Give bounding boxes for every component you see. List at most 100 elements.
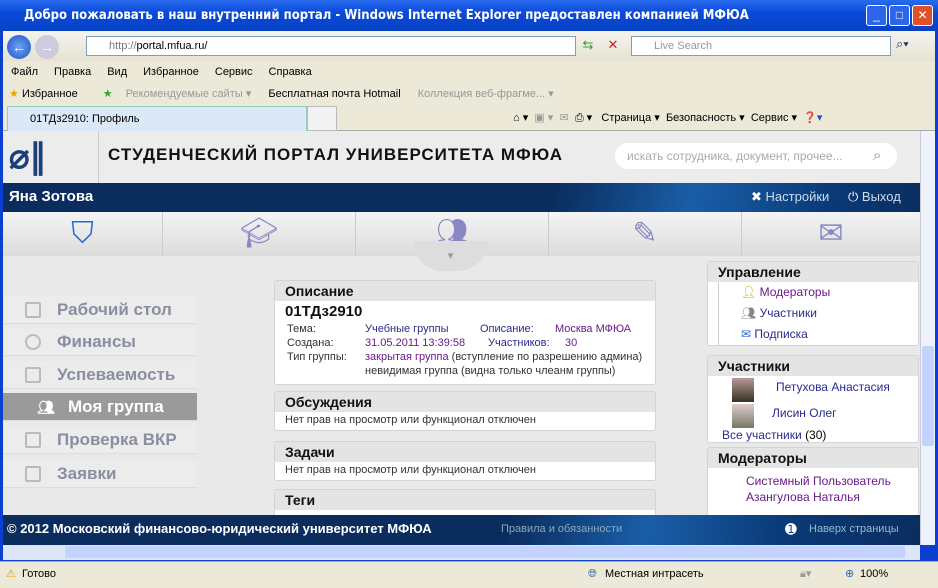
panel-title: Обсуждения <box>275 392 655 412</box>
tools-menu[interactable]: Сервис ▾ <box>751 112 797 124</box>
close-button[interactable]: ✕ <box>912 5 933 26</box>
back-to-top-link[interactable]: Наверх страницы <box>809 515 899 543</box>
maximize-button[interactable]: □ <box>889 5 910 26</box>
group-name: 01ТДз2910 <box>285 303 363 320</box>
graduation-cap-icon[interactable]: 🎓︎ <box>163 212 356 256</box>
refresh-icon[interactable]: ⇆ <box>578 37 598 55</box>
zoom-level[interactable]: 100% <box>860 562 888 586</box>
created-label: Создана: <box>287 337 334 349</box>
vertical-scrollbar[interactable] <box>920 131 935 545</box>
rules-link[interactable]: Правила и обязанности <box>501 515 622 543</box>
up-icon[interactable]: ➊ <box>785 515 797 543</box>
fav-link-hotmail[interactable]: Бесплатная почта Hotmail <box>268 88 400 100</box>
subscription-link[interactable]: ✉ Подписка <box>741 324 918 345</box>
power-icon: ⏻ <box>848 189 859 204</box>
type-visibility: невидимая группа (видна только члеанм гр… <box>365 365 616 377</box>
stop-icon[interactable]: ✕ <box>603 37 623 55</box>
menu-view[interactable]: Вид <box>107 66 127 78</box>
menu-label: Рабочий стол <box>57 300 172 319</box>
university-logo[interactable]: ⌀∥ <box>9 135 89 179</box>
live-search-input[interactable]: Live Search <box>631 36 891 56</box>
menu-thesis-check[interactable]: Проверка ВКР <box>3 426 197 454</box>
help-icon[interactable]: ❓▾ <box>803 112 822 124</box>
menu-my-group[interactable]: 👥︎ Моя группа <box>3 393 197 421</box>
status-bar: ⚠ Готово 🌐︎ Местная интрасеть 🔒︎▾ ⊕ 100% <box>0 561 938 588</box>
moderators-panel: Модераторы Системный Пользователь Азангу… <box>707 447 919 517</box>
menu-edit[interactable]: Правка <box>54 66 91 78</box>
fav-link-recommended[interactable]: Рекомендуемые сайты ▾ <box>126 88 252 100</box>
members-count: (30) <box>805 428 827 442</box>
moderators-link[interactable]: 👤︎ Модераторы <box>741 282 918 303</box>
panel-title: Участники <box>708 356 918 376</box>
portal-search-input[interactable]: искать сотрудника, документ, прочее... <box>615 143 897 169</box>
description-panel: Описание 01ТДз2910 Тема: Учебные группы … <box>274 280 656 385</box>
panel-title: Модераторы <box>708 448 918 468</box>
scroll-thumb[interactable] <box>922 346 934 446</box>
url-host: portal.mfua.ru/ <box>136 40 208 52</box>
portal-title: СТУДЕНЧЕСКИЙ ПОРТАЛ УНИВЕРСИТЕТА МФЮА <box>108 145 563 164</box>
menu-desktop[interactable]: Рабочий стол <box>3 296 197 324</box>
menu-label: Моя группа <box>68 397 164 416</box>
zoom-icon[interactable]: ⊕ <box>845 562 854 586</box>
moderator-icon: 👤︎ <box>741 285 757 299</box>
search-icon[interactable]: ⌕▾ <box>896 36 926 56</box>
horizontal-scrollbar[interactable] <box>3 545 920 560</box>
settings-link[interactable]: ✖ Настройки <box>751 189 829 205</box>
new-tab-button[interactable] <box>307 106 337 131</box>
add-favorite-icon[interactable]: ★ <box>103 88 113 100</box>
forward-button[interactable]: → <box>35 35 59 59</box>
scroll-thumb[interactable] <box>65 546 905 558</box>
back-button[interactable]: ← <box>7 35 31 59</box>
moderator-link[interactable]: Азангулова Наталья <box>746 490 860 504</box>
home-icon[interactable]: ⌂ ▾ <box>513 112 528 124</box>
pencil-icon[interactable]: ✎ <box>549 212 742 256</box>
avatar[interactable] <box>732 378 754 402</box>
menu-finance[interactable]: Финансы <box>3 328 197 356</box>
feeds-icon[interactable]: ▣ ▾ <box>534 112 553 124</box>
command-bar: ⌂ ▾ ▣ ▾ ✉ ⎙ ▾ Страница ▾ Безопасность ▾ … <box>513 108 822 128</box>
menu-tools[interactable]: Сервис <box>215 66 253 78</box>
checkbox-icon <box>25 432 41 448</box>
protected-mode-icon[interactable]: 🔒︎▾ <box>800 562 811 586</box>
menu-requests[interactable]: Заявки <box>3 460 197 488</box>
search-icon[interactable]: ⌕ <box>873 147 881 164</box>
type-note: (вступление по разрешению админа) <box>451 351 643 363</box>
group-icon: 👥︎ <box>37 399 55 415</box>
print-icon[interactable]: ⎙ ▾ <box>575 112 592 124</box>
moderator-link[interactable]: Системный Пользователь <box>746 474 891 488</box>
mail-icon[interactable]: ✉ <box>742 212 920 256</box>
member-link[interactable]: Петухова Анастасия <box>776 380 890 394</box>
page-menu[interactable]: Страница ▾ <box>601 112 659 124</box>
security-zone: Местная интрасеть <box>605 568 704 580</box>
copyright: © 2012 Московский финансово-юридический … <box>7 521 432 536</box>
avatar[interactable] <box>732 404 754 428</box>
menu-grades[interactable]: Успеваемость <box>3 361 197 389</box>
logout-link[interactable]: ⏻ Выход <box>848 189 901 205</box>
shield-icon[interactable]: ⛉ <box>3 212 163 256</box>
all-members-link[interactable]: Все участники (30) <box>722 428 826 442</box>
panel-text: Нет прав на просмотр или функционал откл… <box>285 414 536 426</box>
tab-row: 01ТДз2910: Профиль ⌂ ▾ ▣ ▾ ✉ ⎙ ▾ Страниц… <box>3 105 935 131</box>
menu-file[interactable]: Файл <box>11 66 38 78</box>
mail-icon[interactable]: ✉ <box>559 112 568 124</box>
members-value: 30 <box>565 337 578 349</box>
fav-link-webslices[interactable]: Коллекция веб-фрагме... ▾ <box>418 88 554 100</box>
tab-profile[interactable]: 01ТДз2910: Профиль <box>7 106 307 131</box>
member-link[interactable]: Лисин Олег <box>772 406 837 420</box>
minimize-button[interactable]: _ <box>866 5 887 26</box>
menu-help[interactable]: Справка <box>269 66 312 78</box>
management-panel: Управление 👤︎ Модераторы 👥︎ Участники ✉ … <box>707 261 919 346</box>
settings-label: Настройки <box>765 189 830 204</box>
menu-label: Успеваемость <box>57 365 176 384</box>
type-value: закрытая группа <box>365 351 449 363</box>
link-label: Подписка <box>754 327 808 341</box>
address-input[interactable]: http://portal.mfua.ru/ <box>86 36 576 56</box>
members-label: Участников: <box>488 337 550 349</box>
user-bar: Яна Зотова ✖ Настройки ⏻ Выход <box>3 183 920 212</box>
safety-menu[interactable]: Безопасность ▾ <box>666 112 745 124</box>
menu-favorites[interactable]: Избранное <box>143 66 199 78</box>
members-link[interactable]: 👥︎ Участники <box>741 303 918 324</box>
favorites-button[interactable]: Избранное <box>22 88 78 100</box>
active-section-indicator: ▾ <box>413 241 488 271</box>
discussions-panel: Обсуждения Нет прав на просмотр или функ… <box>274 391 656 431</box>
